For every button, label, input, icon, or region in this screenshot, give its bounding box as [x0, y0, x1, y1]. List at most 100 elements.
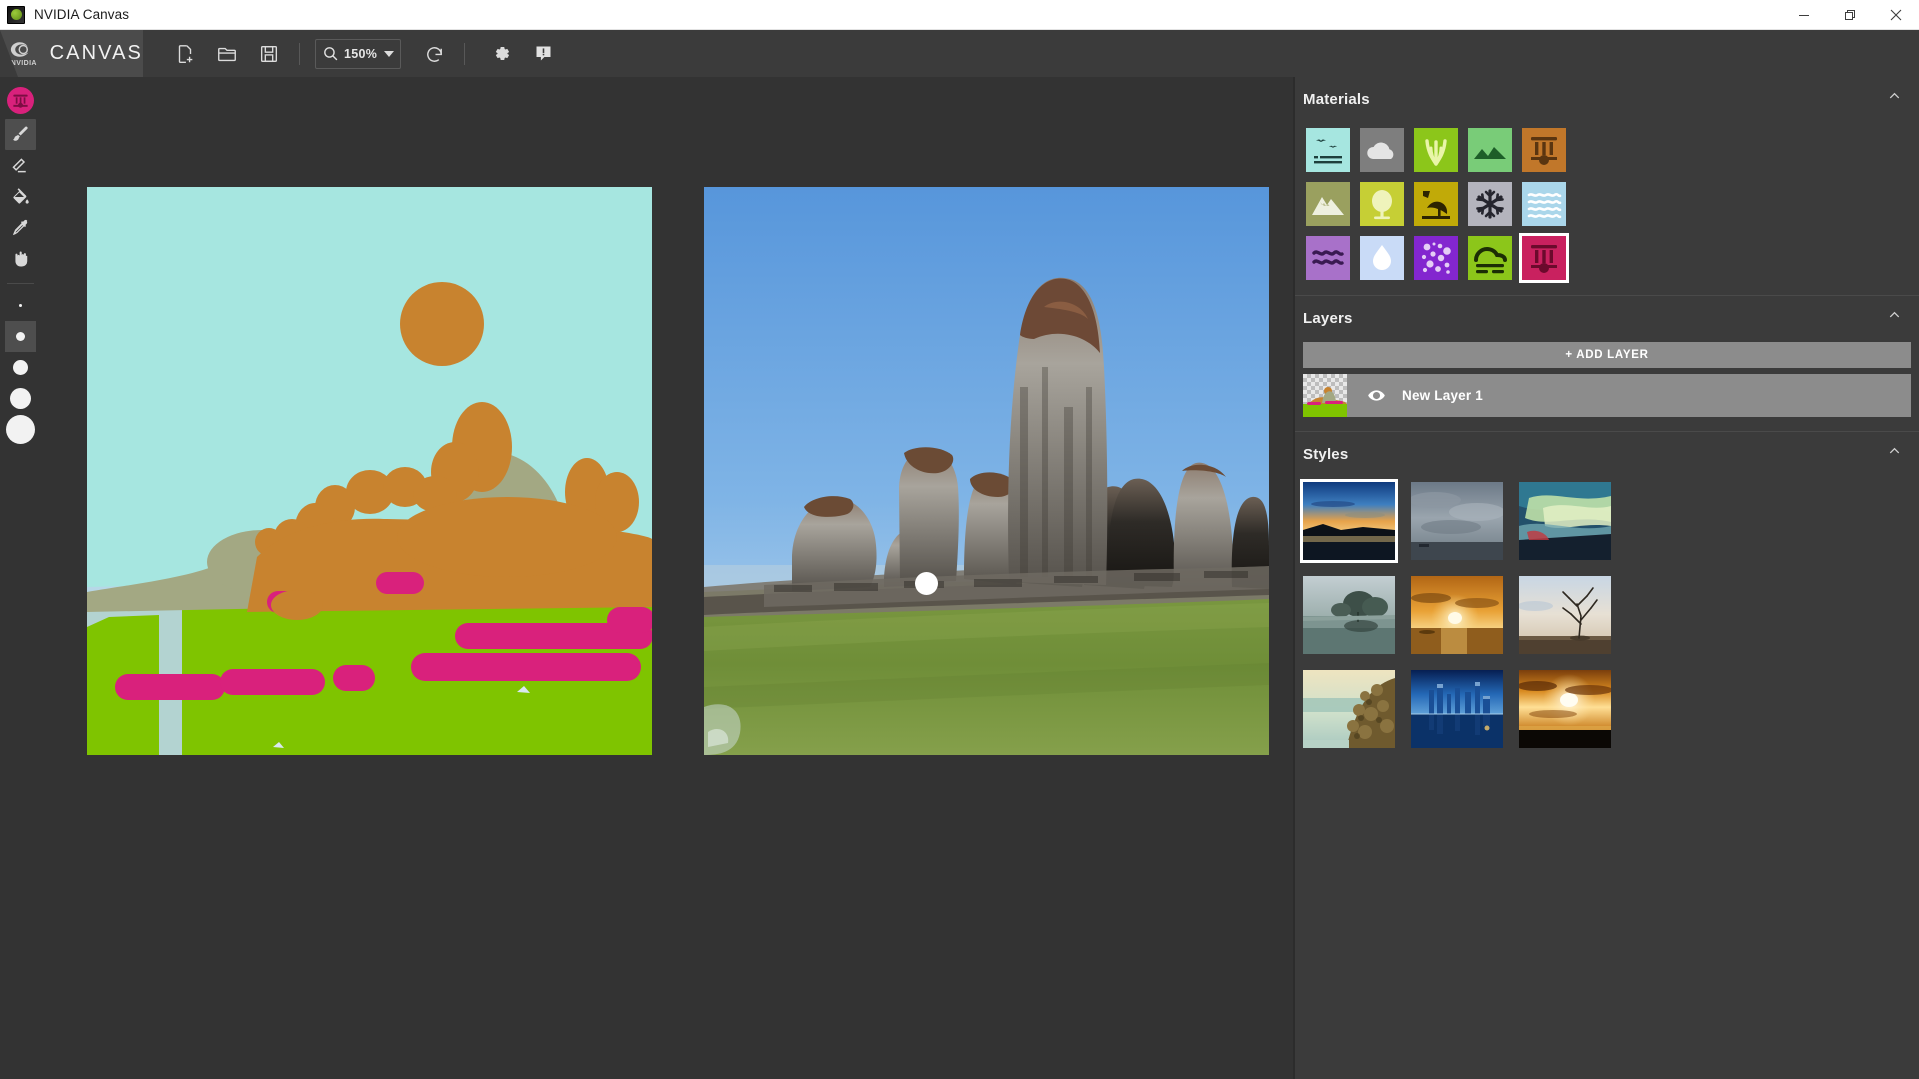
eraser-tool[interactable]	[5, 150, 36, 181]
material-ruins[interactable]	[1517, 231, 1571, 285]
undo-button[interactable]	[413, 33, 455, 75]
beach-umbrella-icon	[1414, 182, 1458, 226]
style-4[interactable]	[1303, 576, 1395, 654]
mountain-icon	[1306, 182, 1350, 226]
eyedropper-icon	[10, 217, 31, 238]
layer-name-label: New Layer 1	[1402, 388, 1483, 403]
brush-size-m[interactable]	[5, 352, 36, 383]
app-body: Materials	[0, 77, 1919, 1079]
chevron-up-icon[interactable]	[1886, 88, 1903, 110]
brand-vendor-text: NVIDIA	[8, 60, 40, 67]
style-7[interactable]	[1303, 670, 1395, 748]
layer-new-layer-1[interactable]: New Layer 1	[1303, 374, 1911, 417]
chevron-up-icon[interactable]	[1886, 443, 1903, 465]
chevron-down-icon[interactable]	[384, 51, 394, 57]
current-material-swatch[interactable]	[7, 87, 34, 114]
material-grass[interactable]	[1409, 123, 1463, 177]
layers-section-header[interactable]: Layers	[1295, 296, 1919, 336]
pan-tool[interactable]	[5, 243, 36, 274]
paint-brush-icon	[10, 124, 31, 145]
eraser-icon	[10, 155, 31, 176]
paint-brush-tool[interactable]	[5, 119, 36, 150]
style-8[interactable]	[1411, 670, 1503, 748]
brush-cursor-ring	[915, 572, 938, 595]
ruins-icon	[1522, 236, 1566, 280]
open-button[interactable]	[206, 33, 248, 75]
style-5[interactable]	[1411, 576, 1503, 654]
ruins-icon	[1522, 128, 1566, 172]
brand-logo: NVIDIA CANVAS	[0, 30, 143, 77]
hand-icon	[10, 248, 31, 269]
bush-icon	[1468, 236, 1512, 280]
right-panel: Materials	[1293, 77, 1919, 1079]
window-title-bar: NVIDIA Canvas	[0, 0, 1919, 30]
materials-title: Materials	[1303, 91, 1370, 108]
material-sea[interactable]	[1517, 177, 1571, 231]
nvidia-eye-logo: NVIDIA	[8, 40, 40, 67]
eye-icon[interactable]	[1367, 386, 1386, 405]
brush-size-xs[interactable]	[5, 290, 36, 321]
material-rock[interactable]	[1409, 231, 1463, 285]
style-2[interactable]	[1411, 482, 1503, 560]
materials-grid	[1295, 117, 1919, 295]
cloud-icon	[1360, 128, 1404, 172]
canvas-workspace[interactable]	[41, 77, 1293, 1079]
header-toolbar: 150%	[164, 33, 564, 75]
styles-title: Styles	[1303, 446, 1348, 463]
window-controls	[1781, 0, 1919, 30]
material-bush[interactable]	[1463, 231, 1517, 285]
styles-grid	[1295, 472, 1919, 758]
styles-section-header[interactable]: Styles	[1295, 432, 1919, 472]
style-1[interactable]	[1303, 482, 1395, 560]
style-6[interactable]	[1519, 576, 1611, 654]
new-document-button[interactable]	[164, 33, 206, 75]
sketch-canvas[interactable]	[87, 187, 652, 755]
material-sand[interactable]	[1409, 177, 1463, 231]
eyedropper-tool[interactable]	[5, 212, 36, 243]
toolbar-divider-2	[464, 43, 465, 65]
material-ruins-2[interactable]	[1517, 123, 1571, 177]
style-9[interactable]	[1519, 670, 1611, 748]
ruins-icon	[11, 91, 30, 110]
toolbar-divider	[7, 283, 34, 284]
settings-button[interactable]	[480, 33, 522, 75]
material-hill[interactable]	[1463, 123, 1517, 177]
brush-size-group	[5, 290, 36, 445]
zoom-control[interactable]: 150%	[315, 39, 401, 69]
river-icon	[1306, 236, 1350, 280]
brush-size-s[interactable]	[5, 321, 36, 352]
material-river[interactable]	[1301, 231, 1355, 285]
restore-icon[interactable]	[1827, 0, 1873, 30]
window-title: NVIDIA Canvas	[34, 7, 129, 22]
material-mountain[interactable]	[1301, 177, 1355, 231]
style-3[interactable]	[1519, 482, 1611, 560]
add-layer-button[interactable]: + ADD LAYER	[1303, 342, 1911, 368]
toolbar-divider-1	[299, 43, 300, 65]
chevron-up-icon[interactable]	[1886, 307, 1903, 329]
material-snow[interactable]	[1463, 177, 1517, 231]
minimize-icon[interactable]	[1781, 0, 1827, 30]
brush-size-l[interactable]	[5, 383, 36, 414]
close-icon[interactable]	[1873, 0, 1919, 30]
water-drop-icon	[1360, 236, 1404, 280]
rendered-output-canvas[interactable]	[704, 187, 1269, 755]
help-button[interactable]	[522, 33, 564, 75]
brush-size-xl[interactable]	[5, 414, 36, 445]
layer-thumbnail	[1303, 374, 1347, 417]
snowflake-icon	[1468, 182, 1512, 226]
grass-icon	[1414, 128, 1458, 172]
birds-icon	[1306, 128, 1350, 172]
material-sky[interactable]	[1301, 123, 1355, 177]
layers-title: Layers	[1303, 310, 1353, 327]
app-header: NVIDIA CANVAS	[0, 30, 1919, 77]
material-tree[interactable]	[1355, 177, 1409, 231]
waves-icon	[1522, 182, 1566, 226]
fill-tool[interactable]	[5, 181, 36, 212]
tree-icon	[1360, 182, 1404, 226]
magnifier-icon	[322, 45, 339, 62]
material-water[interactable]	[1355, 231, 1409, 285]
paint-bucket-icon	[10, 186, 31, 207]
save-button[interactable]	[248, 33, 290, 75]
material-cloud[interactable]	[1355, 123, 1409, 177]
materials-section-header[interactable]: Materials	[1295, 77, 1919, 117]
